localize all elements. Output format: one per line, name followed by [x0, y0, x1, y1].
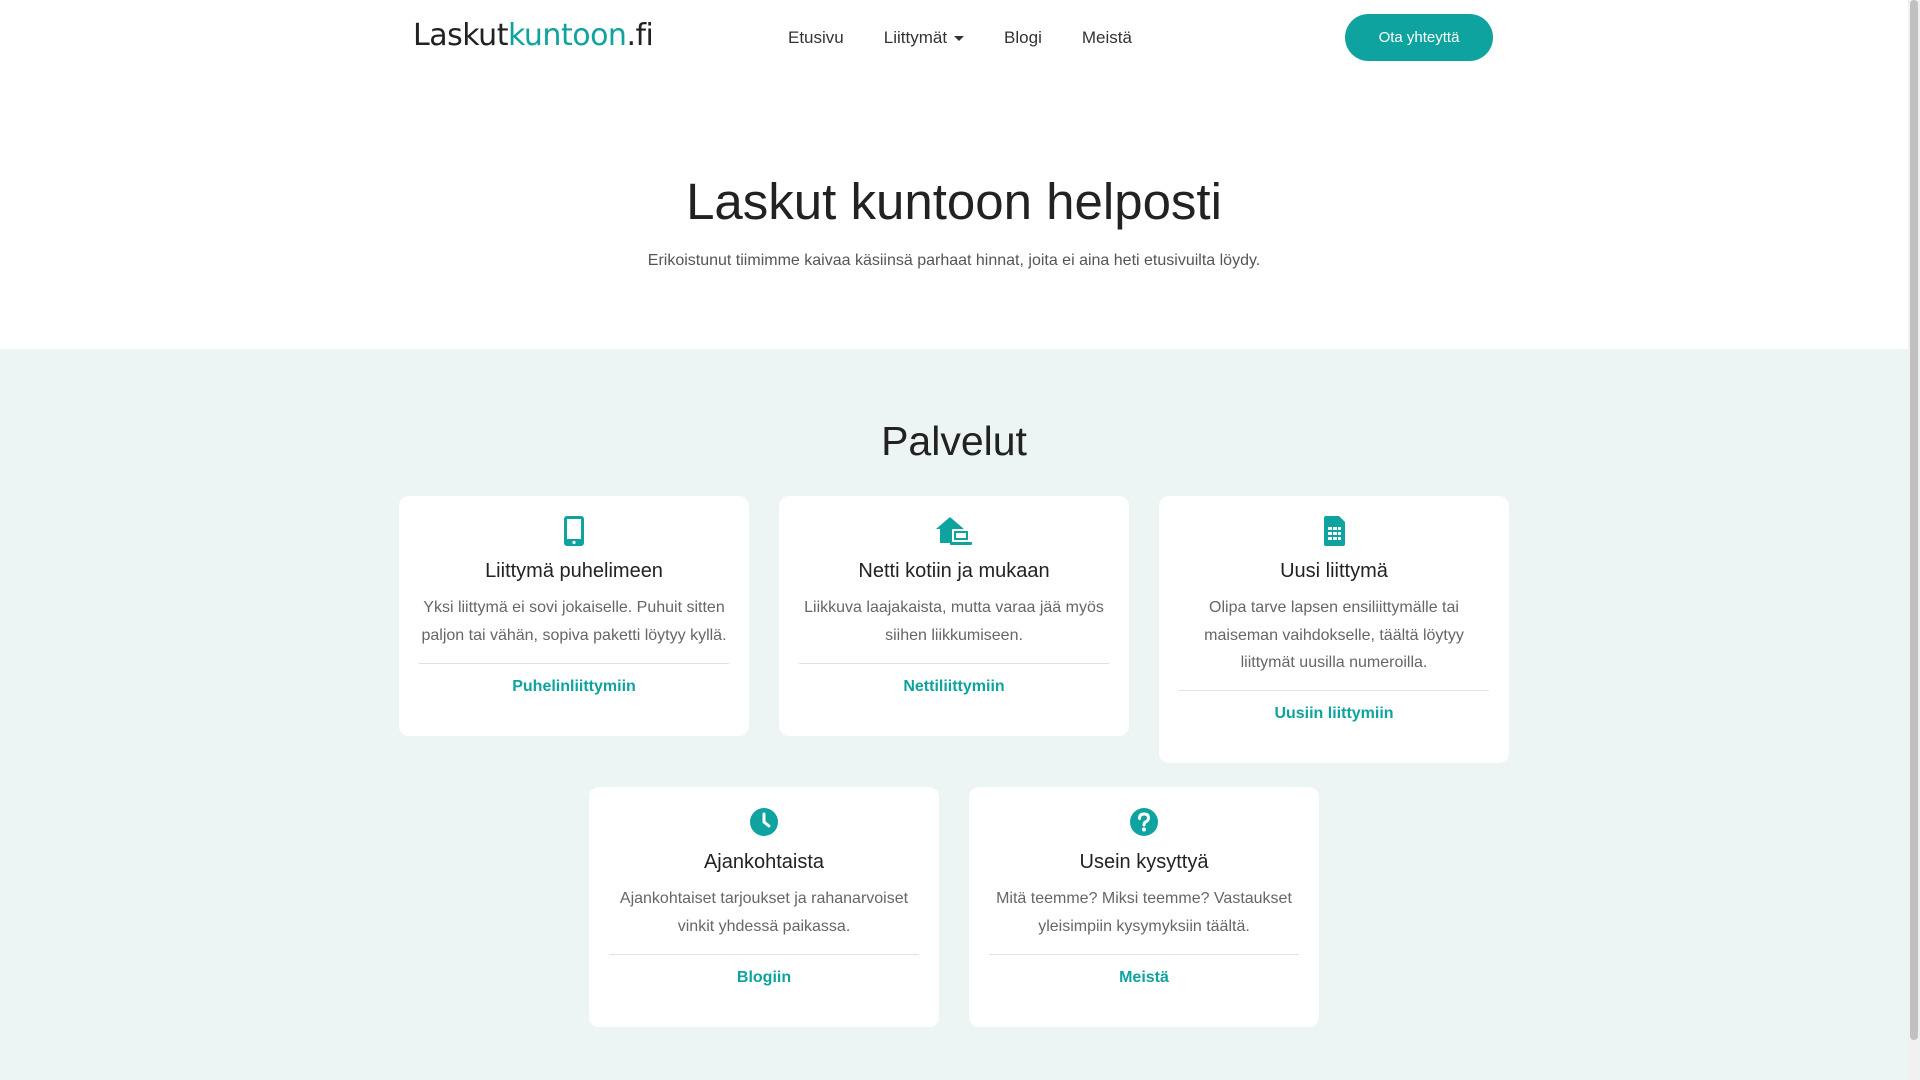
- card-link-blogiin[interactable]: Blogiin: [589, 969, 939, 987]
- question-circle-icon: [969, 805, 1319, 839]
- card-title: Liittymä puhelimeen: [485, 560, 663, 582]
- card-title: Uusi liittymä: [1280, 560, 1388, 582]
- nav-link-blogi[interactable]: Blogi: [1004, 26, 1042, 50]
- service-card-new-subscription: Uusi liittymä Olipa tarve lapsen ensilii…: [1159, 496, 1509, 763]
- card-link-uusiin-liittymiin[interactable]: Uusiin liittymiin: [1159, 705, 1509, 723]
- logo-text-part2: kuntoon: [507, 18, 627, 53]
- card-divider: [989, 954, 1299, 955]
- card-title: Ajankohtaista: [703, 851, 825, 873]
- site-logo[interactable]: Laskutkuntoon.fi: [413, 18, 654, 53]
- main-nav: Etusivu Liittymät Blogi Meistä: [788, 26, 1172, 50]
- service-card-news: Ajankohtaista Ajankohtaiset tarjoukset j…: [589, 787, 939, 1027]
- hero-subtitle: Erikoistunut tiimimme kaivaa käsiinsä pa…: [647, 252, 1261, 269]
- nav-link-etusivu[interactable]: Etusivu: [788, 26, 844, 50]
- card-description: Liikkuva laajakaista, mutta varaa jää my…: [804, 599, 1104, 644]
- nav-link-liittymat[interactable]: Liittymät: [883, 26, 965, 50]
- hero-section: Laskut kuntoon helposti Erikoistunut tii…: [0, 76, 1908, 349]
- card-divider: [419, 663, 729, 664]
- service-card-faq: Usein kysyttyä Mitä teemme? Miksi teemme…: [969, 787, 1319, 1027]
- card-link-puhelinliittymiin[interactable]: Puhelinliittymiin: [399, 678, 749, 696]
- mobile-phone-icon: [399, 514, 749, 548]
- card-description: Ajankohtaiset tarjoukset ja rahanarvoise…: [619, 890, 909, 935]
- scrollbar-thumb[interactable]: [1910, 0, 1918, 1040]
- nav-link-liittymat-label: Liittymät: [883, 28, 948, 47]
- card-description: Mitä teemme? Miksi teemme? Vastaukset yl…: [996, 890, 1292, 935]
- card-title: Usein kysyttyä: [1079, 851, 1209, 873]
- nav-link-meista[interactable]: Meistä: [1082, 26, 1132, 50]
- hero-title: Laskut kuntoon helposti: [686, 173, 1222, 230]
- services-section: Palvelut Liittymä puhelimeen Yksi liitty…: [0, 349, 1908, 1080]
- card-link-nettiliittymiin[interactable]: Nettiliittymiin: [779, 678, 1129, 696]
- logo-text-part3: .fi: [626, 18, 654, 53]
- vertical-scrollbar[interactable]: [1908, 0, 1920, 1080]
- home-laptop-icon: [779, 514, 1129, 548]
- card-link-meista[interactable]: Meistä: [969, 969, 1319, 987]
- caret-down-icon: [954, 35, 965, 41]
- card-divider: [799, 663, 1109, 664]
- service-card-internet: Netti kotiin ja mukaan Liikkuva laajakai…: [779, 496, 1129, 736]
- sim-card-icon: [1159, 514, 1509, 548]
- navbar: Laskutkuntoon.fi Etusivu Liittymät Blogi…: [0, 0, 1908, 76]
- contact-button[interactable]: Ota yhteyttä: [1345, 14, 1493, 61]
- page: Laskutkuntoon.fi Etusivu Liittymät Blogi…: [0, 0, 1908, 1080]
- logo-text-part1: Laskut: [413, 18, 508, 53]
- clock-icon: [589, 805, 939, 839]
- services-heading: Palvelut: [881, 418, 1027, 464]
- card-divider: [1179, 690, 1489, 691]
- card-title: Netti kotiin ja mukaan: [858, 560, 1050, 582]
- card-description: Yksi liittymä ei sovi jokaiselle. Puhuit…: [421, 599, 727, 644]
- card-description: Olipa tarve lapsen ensiliittymälle tai m…: [1204, 599, 1464, 671]
- card-divider: [609, 954, 919, 955]
- service-card-phone: Liittymä puhelimeen Yksi liittymä ei sov…: [399, 496, 749, 736]
